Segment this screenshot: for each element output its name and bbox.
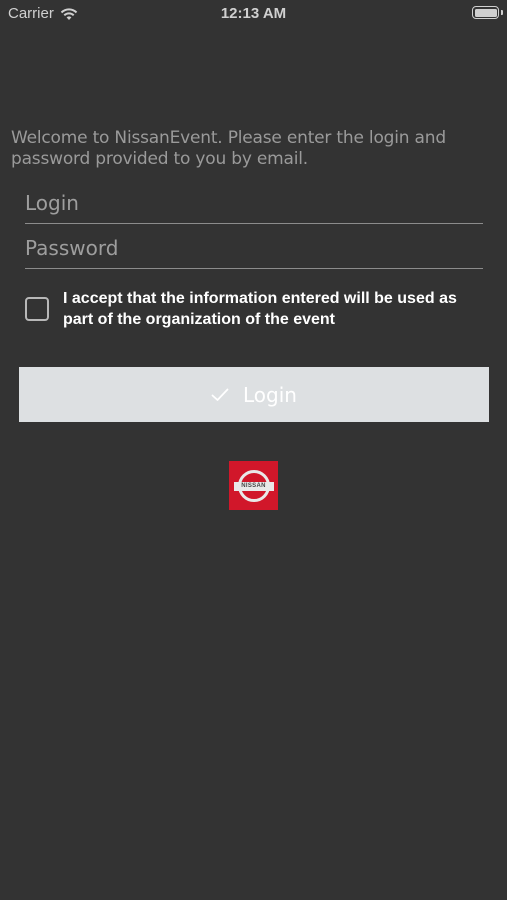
logo-ring: NISSAN — [233, 469, 274, 502]
consent-row: I accept that the information entered wi… — [25, 288, 485, 330]
login-button[interactable]: Login — [19, 367, 489, 422]
login-field-container — [25, 184, 483, 224]
battery-icon — [472, 6, 499, 19]
password-field-container — [25, 229, 483, 269]
checkmark-icon — [211, 388, 229, 401]
battery-tip — [501, 10, 503, 15]
nissan-logo-icon: NISSAN — [229, 461, 278, 510]
welcome-message: Welcome to NissanEvent. Please enter the… — [11, 128, 446, 169]
consent-checkbox[interactable] — [25, 297, 49, 321]
password-input[interactable] — [25, 229, 483, 267]
battery-level — [474, 8, 497, 17]
consent-label: I accept that the information entered wi… — [63, 290, 457, 328]
status-time: 12:13 AM — [220, 5, 287, 22]
login-button-label: Login — [243, 382, 297, 407]
status-bar: Carrier 12:13 AM — [0, 0, 507, 28]
logo-wordmark: NISSAN — [233, 481, 274, 491]
login-input[interactable] — [25, 184, 483, 222]
